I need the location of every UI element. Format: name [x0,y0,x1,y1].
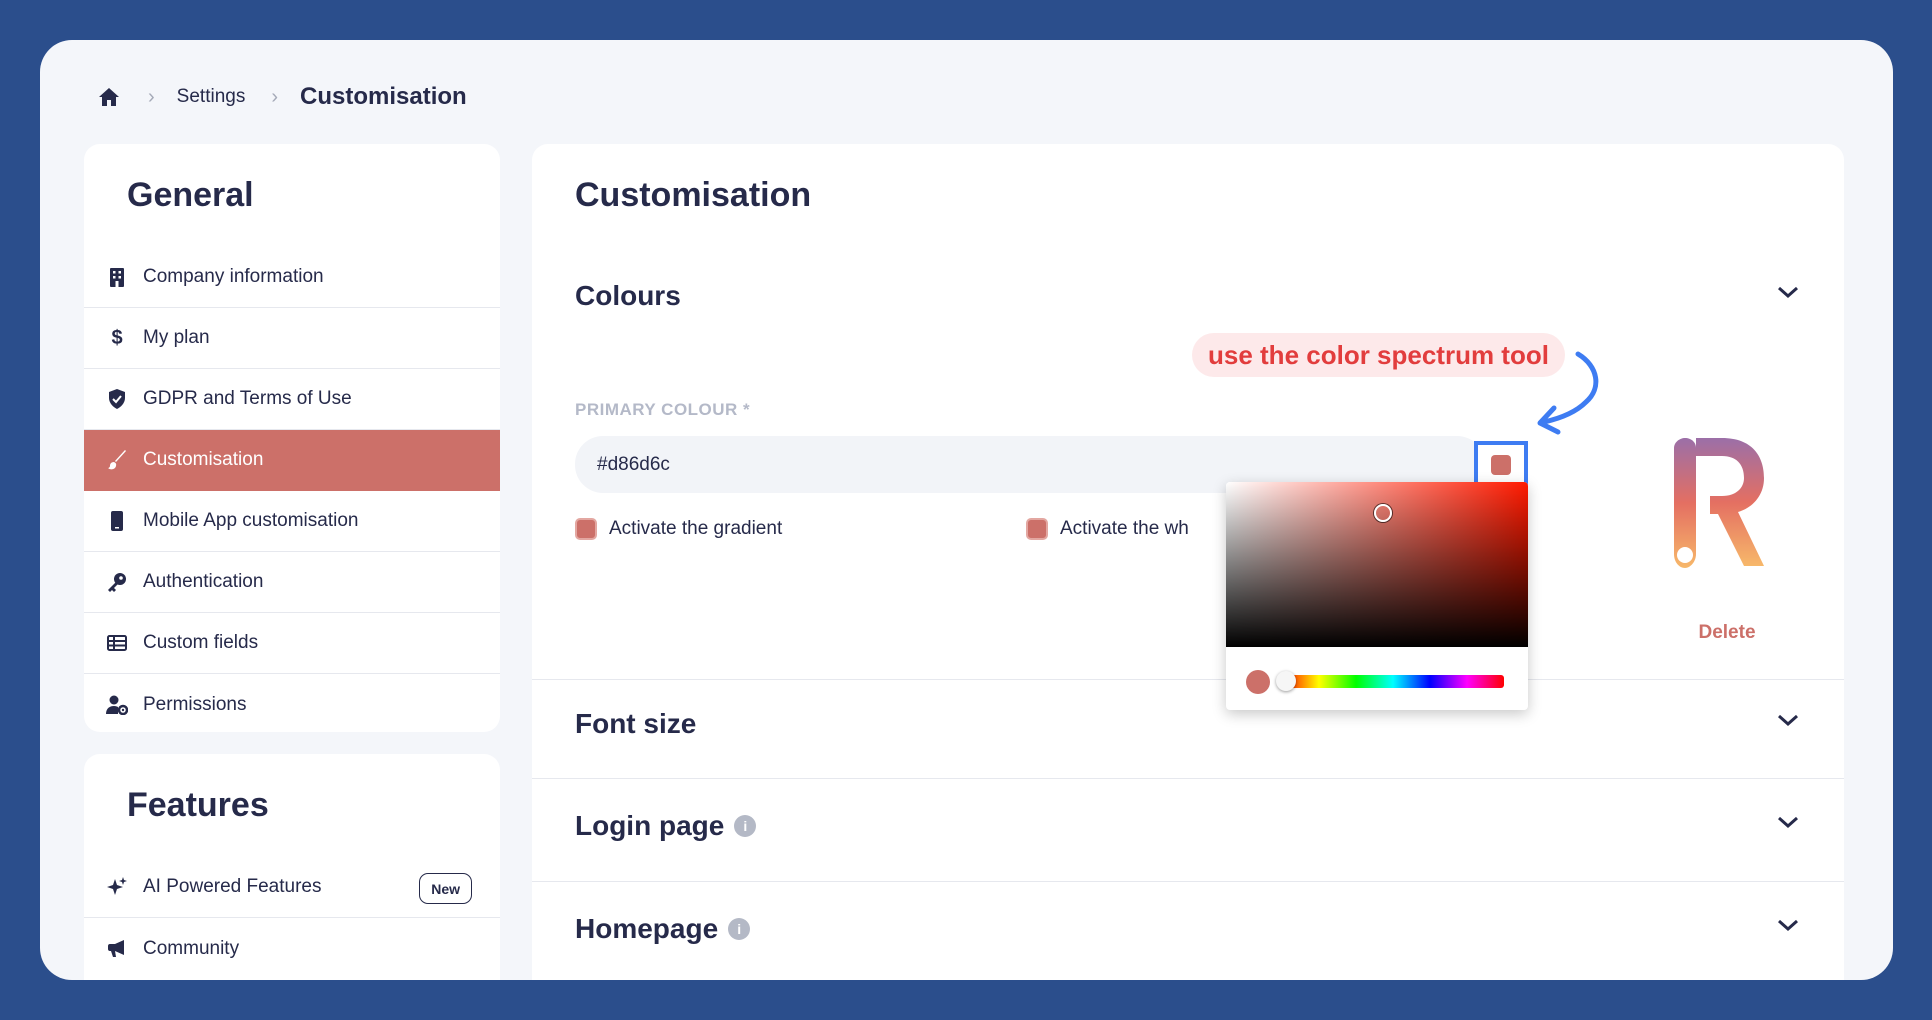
sidebar-item-label: Permissions [143,693,247,715]
sparkles-icon [106,876,128,898]
checkbox-box[interactable] [1026,518,1048,540]
annotation-arrow-icon [1537,351,1599,435]
sidebar-general: General Company information $ My plan GD… [84,144,500,732]
customisation-panel: Customisation Colours PRIMARY COLOUR * A… [532,144,1844,980]
breadcrumb: › Settings › Customisation [96,80,467,114]
building-icon [106,266,128,288]
homepage-section[interactable]: Homepage i [575,913,751,945]
sidebar-features-heading: Features [127,786,269,824]
colour-picker-popover [1226,482,1528,710]
breadcrumb-settings[interactable]: Settings [177,86,246,108]
chevron-down-icon[interactable] [1776,814,1800,830]
delete-logo-button[interactable]: Delete [1672,622,1782,644]
sidebar-item-permissions[interactable]: Permissions [84,674,500,735]
user-gear-icon [106,694,128,716]
chevron-down-icon[interactable] [1776,284,1800,300]
megaphone-icon [106,938,128,960]
colours-section-title[interactable]: Colours [575,280,681,312]
sidebar-item-label: Mobile App customisation [143,510,359,531]
sidebar-item-label: AI Powered Features [143,876,322,897]
sidebar-item-community[interactable]: Community [84,918,500,979]
divider [532,881,1844,882]
sidebar-item-label: Company information [143,266,324,287]
sidebar-features: Features AI Powered Features New Communi… [84,754,500,980]
info-icon[interactable]: i [728,917,751,940]
app-window: › Settings › Customisation General Compa… [40,40,1893,980]
login-page-section[interactable]: Login page i [575,810,757,842]
table-icon [106,632,128,654]
chevron-down-icon[interactable] [1776,917,1800,933]
checkbox-box[interactable] [575,518,597,540]
home-icon[interactable] [96,84,122,110]
new-badge: New [419,873,472,904]
sidebar-item-authentication[interactable]: Authentication [84,552,500,613]
shield-icon [106,388,128,410]
sidebar-item-label: Authentication [143,571,264,592]
breadcrumb-current: Customisation [300,83,467,110]
sidebar-item-mobile-app[interactable]: Mobile App customisation [84,491,500,552]
checkbox-label: Activate the wh [1060,518,1189,539]
info-icon[interactable]: i [734,814,757,837]
annotation-callout: use the color spectrum tool [1192,333,1565,377]
saturation-handle[interactable] [1374,504,1392,522]
gradient-checkbox[interactable]: Activate the gradient [575,518,782,540]
sidebar-item-label: Custom fields [143,632,259,653]
brand-logo [1652,434,1802,584]
sidebar-item-label: GDPR and Terms of Use [143,388,352,409]
divider [532,679,1844,680]
dollar-icon: $ [111,326,123,349]
checkbox-label: Activate the gradient [609,518,783,539]
chevron-down-icon[interactable] [1776,712,1800,728]
breadcrumb-separator: › [271,85,278,108]
divider [532,778,1844,779]
sidebar-item-company-information[interactable]: Company information [84,247,500,308]
sidebar-item-ai-features[interactable]: AI Powered Features New [84,857,500,918]
primary-colour-label: PRIMARY COLOUR * [575,400,751,419]
colour-swatch [1491,455,1511,475]
sidebar-item-label: Community [143,937,240,959]
homepage-section-title: Homepage [575,913,719,944]
sidebar-item-label: Customisation [143,449,264,470]
sidebar-item-label: My plan [143,327,210,348]
login-page-section-title: Login page [575,810,725,841]
hue-slider[interactable] [1282,675,1504,688]
mobile-icon [106,510,128,532]
brush-icon [106,449,128,471]
page-title: Customisation [575,176,812,214]
sidebar-general-heading: General [127,176,254,214]
hue-slider-handle[interactable] [1276,671,1296,691]
colour-preview [1246,670,1270,694]
sidebar-item-custom-fields[interactable]: Custom fields [84,613,500,674]
sidebar-item-customisation[interactable]: Customisation [84,430,500,491]
font-size-section-title[interactable]: Font size [575,708,696,740]
key-icon [106,571,128,593]
white-checkbox[interactable]: Activate the wh [1026,518,1189,540]
sidebar-item-my-plan[interactable]: $ My plan [84,308,500,369]
breadcrumb-separator: › [148,85,155,108]
sidebar-item-gdpr[interactable]: GDPR and Terms of Use [84,369,500,430]
